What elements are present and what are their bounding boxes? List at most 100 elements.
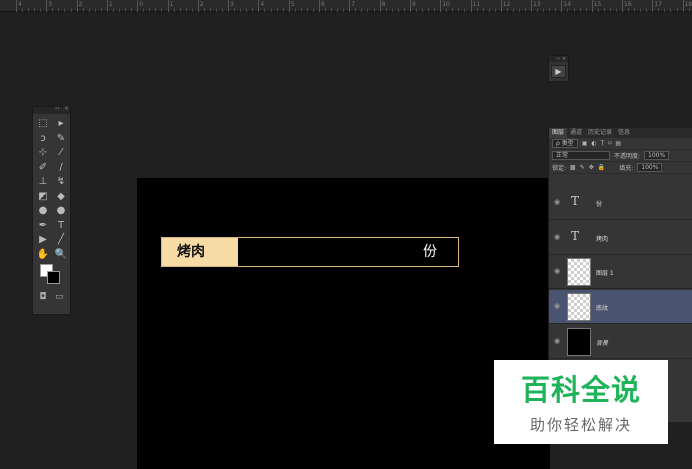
blend-mode-select[interactable]: 正常 <box>552 151 610 160</box>
layer-row-background[interactable]: ◉ 背景 <box>549 325 692 359</box>
tab-info[interactable]: 信息 <box>615 128 633 138</box>
ruler-minor-tick <box>276 8 278 12</box>
ruler-minor-tick <box>185 8 187 12</box>
ruler-minor-tick <box>173 8 175 12</box>
eraser-icon[interactable]: ◩ <box>34 190 52 205</box>
ruler-minor-tick <box>331 8 333 12</box>
layer-row-layer1[interactable]: ◉ 图层 1 <box>549 255 692 289</box>
eye-icon[interactable]: ◉ <box>554 337 560 345</box>
brush-icon[interactable]: ∕ <box>52 161 70 176</box>
fill-input[interactable]: 100% <box>637 163 663 172</box>
eye-icon[interactable]: ◉ <box>554 198 560 206</box>
ruler-minor-tick <box>234 8 236 12</box>
pen-icon[interactable]: ✒ <box>34 219 52 234</box>
eyedropper-icon[interactable]: ⁄ <box>52 146 70 161</box>
ruler-label: 3 <box>230 1 234 8</box>
adjust-filter-icon[interactable]: ◐ <box>591 140 596 147</box>
lock-label: 锁定: <box>552 165 567 172</box>
eye-icon[interactable]: ◉ <box>554 233 560 241</box>
ruler-major-tick <box>46 0 48 12</box>
ruler-minor-tick <box>125 8 127 12</box>
dodge-icon[interactable]: ● <box>52 204 70 219</box>
tools-panel-header[interactable]: ›› × <box>33 105 70 114</box>
lock-move-icon[interactable]: ✥ <box>589 164 594 171</box>
ruler-minor-tick <box>70 8 72 12</box>
layer-row-diwen[interactable]: ◉ 底纹 <box>549 290 692 324</box>
shape-filter-icon[interactable]: ⌑ <box>608 140 611 147</box>
play-action-icon[interactable]: ▶ <box>551 65 566 78</box>
move-icon[interactable]: ▸ <box>52 117 70 132</box>
healing-icon[interactable]: ✐ <box>34 161 52 176</box>
ruler-major-tick <box>500 0 502 12</box>
type-filter-icon[interactable]: T <box>601 140 605 147</box>
background-color-swatch[interactable] <box>47 271 60 284</box>
ruler-minor-tick <box>518 8 520 12</box>
ruler-minor-tick <box>149 8 151 12</box>
text-layer-icon: T <box>571 229 580 243</box>
eye-icon[interactable]: ◉ <box>554 302 560 310</box>
layer-name: 份 <box>596 201 603 208</box>
smart-filter-icon[interactable]: ▤ <box>615 140 621 147</box>
ruler-minor-tick <box>428 8 430 12</box>
ruler-label: 4 <box>18 1 22 8</box>
ruler-minor-tick <box>270 8 272 12</box>
ruler-major-tick <box>440 0 442 12</box>
ruler-minor-tick <box>579 8 581 12</box>
ruler-major-tick <box>531 0 533 12</box>
history-brush-icon[interactable]: ↯ <box>52 175 70 190</box>
zoom-icon[interactable]: 🔍 <box>52 248 70 263</box>
layer-row-text-fen[interactable]: ◉ T 份 <box>549 186 692 220</box>
ruler-minor-tick <box>22 8 24 12</box>
type-icon[interactable]: T <box>52 219 70 234</box>
collapsed-panel-header[interactable]: ›› × <box>549 56 568 62</box>
close-icon[interactable]: × <box>64 105 69 112</box>
hand-icon[interactable]: ✋ <box>34 248 52 263</box>
screen-mode-icon[interactable]: ▭ <box>55 292 64 302</box>
ruler-label: 0 <box>139 1 144 8</box>
quick-select-icon[interactable]: ✎ <box>52 132 70 147</box>
ruler-minor-tick <box>640 8 642 12</box>
ruler-minor-tick <box>252 8 254 12</box>
lock-paint-icon[interactable]: ✎ <box>580 164 585 171</box>
ruler-minor-tick <box>203 8 205 12</box>
ruler-major-tick <box>561 0 563 12</box>
opacity-input[interactable]: 100% <box>644 151 670 160</box>
gradient-icon[interactable]: ◆ <box>52 190 70 205</box>
ruler-label: 17 <box>654 1 662 8</box>
path-select-icon[interactable]: ▶ <box>34 233 52 248</box>
ruler-major-tick <box>591 0 593 12</box>
ruler-minor-tick <box>415 8 417 12</box>
ruler-minor-tick <box>458 8 460 12</box>
line-icon[interactable]: ╱ <box>52 233 70 248</box>
layer-name: 背景 <box>596 340 609 347</box>
lock-transparent-icon[interactable]: ▩ <box>570 164 576 171</box>
watermark-title: 百科全说 <box>520 373 641 407</box>
stamp-icon[interactable]: ⊥ <box>34 175 52 190</box>
eye-icon[interactable]: ◉ <box>554 267 560 275</box>
tab-channels[interactable]: 通道 <box>567 128 585 138</box>
blur-icon[interactable]: ● <box>34 204 52 219</box>
quick-mask-icon[interactable]: ◘ <box>39 292 46 302</box>
ruler-minor-tick <box>34 8 36 12</box>
ruler-minor-tick <box>452 8 454 12</box>
ruler-minor-tick <box>367 8 369 12</box>
lasso-icon[interactable]: ↄ <box>34 132 52 147</box>
collapse-icon[interactable]: ›› <box>55 105 60 112</box>
ruler-major-tick <box>258 0 260 12</box>
layer-row-text-kaorou[interactable]: ◉ T 烤肉 <box>549 221 692 255</box>
lock-row: 锁定: ▩ ✎ ✥ 🔒 填充: 100% <box>549 162 692 174</box>
tab-layers[interactable]: 图层 <box>549 128 568 138</box>
crop-icon[interactable]: ⊹ <box>34 146 52 161</box>
tab-history[interactable]: 历史记录 <box>585 128 615 138</box>
layer-thumbnail <box>567 293 591 321</box>
lock-all-icon[interactable]: 🔒 <box>598 164 605 171</box>
blend-row: 正常 不透明度: 100% <box>549 150 692 162</box>
ruler-major-tick <box>349 0 351 12</box>
layer-thumbnail <box>567 328 591 356</box>
document-canvas[interactable] <box>137 178 550 469</box>
ruler-minor-tick <box>670 8 672 12</box>
marquee-icon[interactable]: ⬚ <box>34 117 52 132</box>
image-filter-icon[interactable]: ▣ <box>582 140 588 147</box>
filter-type-select[interactable]: ρ 类型 <box>552 139 578 148</box>
ruler-major-tick <box>622 0 623 12</box>
